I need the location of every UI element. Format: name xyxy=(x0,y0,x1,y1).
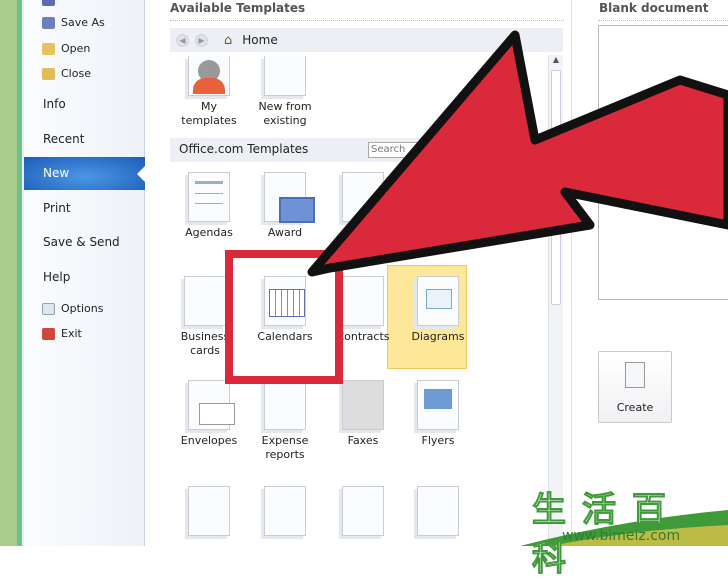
watermark: 生活百科 www.bimeiz.com xyxy=(520,480,728,580)
watermark-url: www.bimeiz.com xyxy=(562,528,681,544)
arrow-shape xyxy=(307,30,728,277)
pointer-arrow xyxy=(307,30,728,277)
